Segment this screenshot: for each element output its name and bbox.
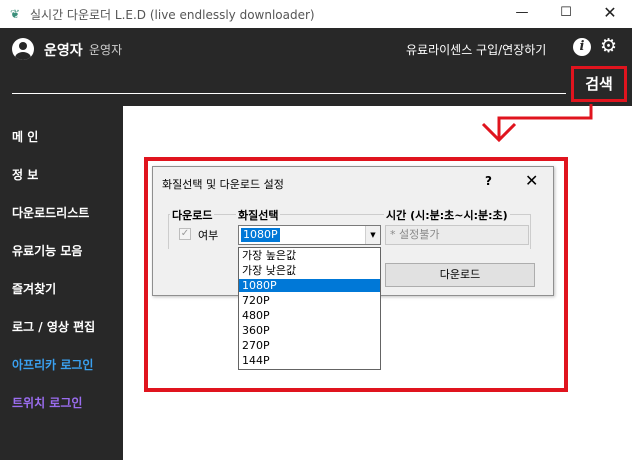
window-title: 실시간 다운로더 L.E.D (live endlessly downloade… (30, 8, 315, 22)
sidebar-item-twitch-login[interactable]: 트위치 로그인 (12, 394, 82, 411)
search-underline (12, 93, 566, 94)
leaf-app-icon: ❦ (10, 7, 21, 21)
title-bar: ❦ 실시간 다운로더 L.E.D (live endlessly downloa… (0, 0, 632, 28)
gear-icon[interactable]: ⚙ (600, 34, 617, 58)
sidebar: 메 인 정 보 다운로드리스트 유료기능 모음 즐겨찾기 로그 / 영상 편집 … (0, 106, 123, 460)
header: 운영자 운영자 유료라이센스 구입/연장하기 i ⚙ 검색 (0, 28, 632, 106)
quality-option[interactable]: 360P (239, 324, 380, 337)
sidebar-item-favorites[interactable]: 즐겨찾기 (12, 280, 56, 297)
help-icon[interactable]: ? (485, 174, 492, 188)
dialog-close-button[interactable]: ✕ (525, 171, 538, 190)
quality-select[interactable]: 1080P ▼ (238, 225, 381, 245)
license-purchase-link[interactable]: 유료라이센스 구입/연장하기 (406, 41, 546, 58)
user-avatar-icon (12, 38, 34, 60)
download-checkbox[interactable]: ✓ (179, 228, 191, 240)
time-range-input: * 설정불가 (385, 225, 529, 245)
download-checkbox-label: 여부 (198, 229, 219, 242)
time-group-label: 시간 (시:분:초~시:분:초) (384, 207, 510, 223)
quality-option[interactable]: 가장 높은값 (239, 249, 380, 262)
sidebar-item-main[interactable]: 메 인 (12, 128, 38, 145)
sidebar-item-log-video-edit[interactable]: 로그 / 영상 편집 (12, 318, 95, 335)
group-frame-left (168, 214, 169, 249)
download-group-label: 다운로드 (170, 207, 215, 223)
quality-option[interactable]: 480P (239, 309, 380, 322)
sidebar-item-afreeca-login[interactable]: 아프리카 로그인 (12, 356, 93, 373)
download-button[interactable]: 다운로드 (385, 263, 535, 287)
close-button[interactable]: ✕ (588, 0, 632, 28)
sidebar-item-info[interactable]: 정 보 (12, 166, 38, 183)
quality-group-label: 화질선택 (236, 207, 281, 223)
quality-dropdown-list: 가장 높은값 가장 낮은값 1080P 720P 480P 360P 270P … (238, 247, 381, 370)
info-icon[interactable]: i (573, 38, 591, 56)
search-input[interactable] (12, 72, 566, 92)
sidebar-item-download-list[interactable]: 다운로드리스트 (12, 204, 89, 221)
quality-option[interactable]: 가장 낮은값 (239, 264, 380, 277)
chevron-down-icon[interactable]: ▼ (365, 226, 380, 244)
maximize-button[interactable]: ☐ (544, 0, 588, 28)
quality-select-value: 1080P (241, 228, 280, 242)
quality-option-selected[interactable]: 1080P (239, 279, 380, 292)
group-frame-right (530, 214, 531, 249)
user-role: 운영자 (89, 43, 123, 57)
user-name: 운영자 (44, 43, 83, 59)
quality-option[interactable]: 720P (239, 294, 380, 307)
quality-option[interactable]: 144P (239, 354, 380, 367)
minimize-button[interactable]: — (500, 0, 544, 28)
search-button[interactable]: 검색 (571, 66, 627, 102)
dialog-title: 화질선택 및 다운로드 설정 (162, 178, 284, 191)
sidebar-item-paid-features[interactable]: 유료기능 모음 (12, 242, 82, 259)
quality-option[interactable]: 270P (239, 339, 380, 352)
